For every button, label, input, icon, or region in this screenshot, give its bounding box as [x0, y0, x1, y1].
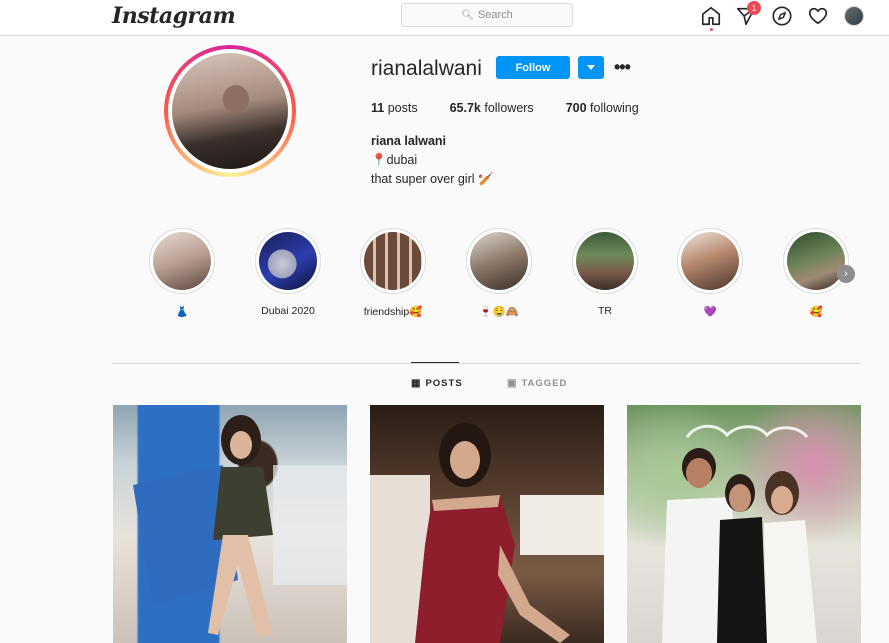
highlight-cover[interactable] [255, 228, 321, 294]
instagram-logo[interactable]: Instagram [112, 3, 236, 29]
search-placeholder: Search [477, 9, 513, 21]
activity-heart-icon[interactable] [807, 5, 829, 27]
highlight-cover[interactable] [149, 228, 215, 294]
highlight-item[interactable]: 🍷🤤🙈 [465, 228, 533, 318]
followers-count[interactable]: 65.7k followers [450, 101, 534, 115]
highlight-label: friendship🥰 [363, 306, 423, 318]
tabs-divider [112, 363, 861, 364]
post-thumbnail[interactable] [113, 405, 347, 643]
tab-tagged-label: TAGGED [521, 378, 568, 389]
highlight-item[interactable]: Dubai 2020 [254, 228, 322, 317]
tagged-icon: ▣ [507, 378, 518, 389]
grid-icon: ▦ [411, 378, 422, 389]
more-options-icon[interactable]: ••• [614, 58, 631, 76]
explore-compass-icon[interactable] [771, 5, 793, 27]
profile-username: rianalalwani [371, 57, 482, 80]
nav-profile-avatar[interactable] [844, 6, 864, 26]
highlight-item[interactable]: 👗 [148, 228, 216, 318]
highlight-cover[interactable] [466, 228, 532, 294]
tab-posts[interactable]: ▦ POSTS [411, 378, 463, 389]
tab-posts-label: POSTS [425, 378, 463, 389]
highlight-label: 💜 [703, 306, 717, 318]
highlight-label: Dubai 2020 [261, 305, 315, 317]
bio-line-location: 📍dubai [371, 153, 418, 167]
post-thumbnail[interactable] [370, 405, 604, 643]
highlight-label: 🍷🤤🙈 [479, 306, 519, 318]
highlight-item[interactable]: TR [571, 228, 639, 317]
notification-badge: 1 [747, 1, 761, 15]
chevron-down-icon [587, 65, 595, 70]
highlight-cover[interactable] [677, 228, 743, 294]
post-image [133, 415, 347, 637]
post-image [662, 424, 817, 643]
highlight-label: TR [598, 305, 612, 317]
highlight-cover[interactable] [783, 228, 849, 294]
highlight-item[interactable]: friendship🥰 [359, 228, 427, 318]
active-tab-indicator [411, 362, 459, 363]
home-active-dot [710, 28, 713, 31]
highlights-next-icon[interactable]: › [837, 265, 855, 283]
highlight-item[interactable]: 💜 [676, 228, 744, 318]
search-icon: 🔍︎ [461, 9, 474, 21]
follow-button[interactable]: Follow [496, 56, 570, 79]
suggested-accounts-button[interactable] [578, 56, 604, 79]
highlight-cover[interactable] [572, 228, 638, 294]
highlight-label: 👗 [175, 306, 189, 318]
following-count[interactable]: 700 following [566, 101, 639, 115]
profile-full-name: riana lalwani [371, 134, 447, 148]
search-input[interactable]: 🔍︎ Search [401, 3, 573, 27]
posts-count: 11 posts [371, 101, 418, 115]
highlight-cover[interactable] [360, 228, 426, 294]
highlight-label: 🥰 [809, 306, 823, 318]
tab-tagged[interactable]: ▣ TAGGED [507, 378, 567, 389]
bio-line-tagline: that super over girl 🏏 [371, 172, 494, 186]
profile-avatar[interactable] [172, 53, 288, 169]
post-image [370, 423, 604, 643]
post-thumbnail[interactable] [627, 405, 861, 643]
home-icon[interactable] [700, 5, 722, 27]
profile-stats: 11 posts 65.7k followers 700 following [371, 101, 671, 115]
